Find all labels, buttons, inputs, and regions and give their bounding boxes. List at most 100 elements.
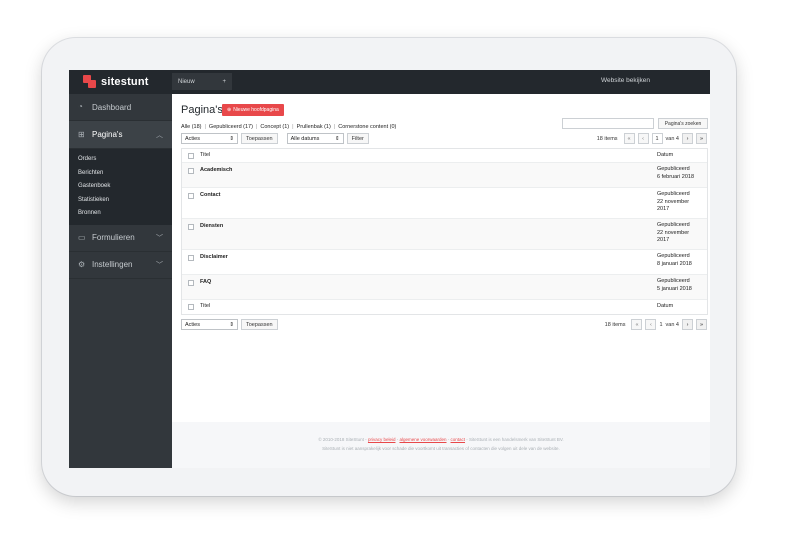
row-title[interactable]: Disclaimer bbox=[200, 250, 657, 274]
prev-page-button[interactable]: ‹ bbox=[645, 319, 657, 330]
sitemap-icon: ⊞ bbox=[78, 129, 85, 139]
submenu-item-gastenboek[interactable]: Gastenboek bbox=[69, 180, 172, 194]
add-page-button[interactable]: ⊕ Nieuwe hoofdpagina bbox=[222, 104, 284, 116]
dashboard-icon: ◔ bbox=[78, 102, 83, 111]
add-page-label: Nieuwe hoofdpagina bbox=[233, 107, 279, 113]
top-bar: sitestunt Nieuw + Website bekijken bbox=[69, 70, 710, 94]
page-number: 1 bbox=[659, 321, 663, 328]
view-website-link[interactable]: Website bekijken bbox=[601, 77, 650, 84]
submenu-item-orders[interactable]: Orders bbox=[69, 153, 172, 167]
filter-all[interactable]: Alle (18) bbox=[181, 124, 201, 130]
submenu-item-berichten[interactable]: Berichten bbox=[69, 167, 172, 181]
sidebar: ◔ Dashboard ⊞ Pagina's ︿ Orders Berichte… bbox=[69, 94, 172, 468]
pages-panel: Pagina's ⊕ Nieuwe hoofdpagina Alle (18) |… bbox=[172, 94, 710, 422]
brand-name: sitestunt bbox=[101, 75, 149, 88]
chevron-down-icon: ﹀ bbox=[156, 261, 163, 269]
page-title: Pagina's bbox=[181, 104, 223, 116]
column-title-bottom[interactable]: Titel bbox=[200, 300, 657, 314]
apply-button[interactable]: Toepassen bbox=[241, 133, 278, 144]
first-page-button[interactable]: « bbox=[623, 133, 635, 144]
sidebar-item-settings[interactable]: ⚙ Instellingen ﹀ bbox=[69, 252, 172, 279]
submenu-item-bronnen[interactable]: Bronnen bbox=[69, 207, 172, 221]
submenu-item-statistieken[interactable]: Statistieken bbox=[69, 194, 172, 208]
items-count: 18 items bbox=[604, 321, 626, 328]
sidebar-item-pages[interactable]: ⊞ Pagina's ︿ bbox=[69, 121, 172, 149]
inbox-icon: ▭ bbox=[78, 232, 86, 242]
date-filter-select[interactable]: Alle datums ⇕ bbox=[286, 133, 344, 144]
bulk-actions-select[interactable]: Acties ⇕ bbox=[181, 133, 238, 144]
row-date: Gepubliceerd 5 januari 2018 bbox=[657, 278, 692, 292]
sidebar-item-forms[interactable]: ▭ Formulieren ﹀ bbox=[69, 225, 172, 252]
plus-icon: + bbox=[222, 78, 226, 85]
pagination-bottom: 18 items « ‹ 1 van 4 › » bbox=[605, 319, 707, 330]
select-arrows-icon: ⇕ bbox=[229, 135, 234, 142]
select-all-checkbox[interactable] bbox=[188, 153, 194, 159]
column-date[interactable]: Datum bbox=[657, 149, 707, 162]
plus-circle-icon: ⊕ bbox=[227, 107, 232, 113]
new-button[interactable]: Nieuw + bbox=[172, 73, 232, 90]
row-title[interactable]: FAQ bbox=[200, 275, 657, 299]
column-date-bottom[interactable]: Datum bbox=[657, 300, 707, 314]
contact-link[interactable]: contact bbox=[451, 437, 466, 442]
sidebar-item-label: Instellingen bbox=[92, 260, 133, 269]
bulk-actions-select-bottom[interactable]: Acties ⇕ bbox=[181, 319, 238, 330]
row-checkbox[interactable] bbox=[188, 255, 194, 261]
table-row[interactable]: FAQ Gepubliceerd 5 januari 2018 bbox=[182, 275, 707, 300]
app-screen: sitestunt Nieuw + Website bekijken ◔ Das… bbox=[69, 70, 710, 468]
page-of: van 4 bbox=[665, 321, 679, 328]
date-filter-value: Alle datums bbox=[290, 135, 320, 142]
copyright-text: © 2010-2018 SiteStunt - bbox=[318, 437, 367, 442]
select-arrows-icon: ⇕ bbox=[229, 321, 234, 328]
row-date: Gepubliceerd 6 februari 2018 bbox=[657, 166, 694, 180]
row-title[interactable]: Contact bbox=[200, 188, 657, 218]
sidebar-item-dashboard[interactable]: ◔ Dashboard bbox=[69, 94, 172, 121]
items-count: 18 items bbox=[596, 135, 618, 142]
next-page-button[interactable]: › bbox=[682, 133, 693, 144]
tablenav-top: Acties ⇕ Toepassen Alle datums ⇕ Filter bbox=[181, 133, 369, 144]
bulk-actions-value: Acties bbox=[185, 321, 200, 328]
page-footer: © 2010-2018 SiteStunt - privacy beleid -… bbox=[172, 435, 710, 453]
apply-button-bottom[interactable]: Toepassen bbox=[241, 319, 278, 330]
next-page-button[interactable]: › bbox=[682, 319, 693, 330]
row-date: Gepubliceerd 8 januari 2018 bbox=[657, 253, 692, 267]
last-page-button[interactable]: » bbox=[696, 319, 707, 330]
last-page-button[interactable]: » bbox=[696, 133, 707, 144]
pages-table: Titel Datum Academisch Gepubliceerd 6 feb… bbox=[181, 148, 708, 315]
filter-button[interactable]: Filter bbox=[346, 133, 369, 144]
row-checkbox[interactable] bbox=[188, 224, 194, 230]
page-number-input[interactable]: 1 bbox=[651, 133, 663, 144]
footer-line-1: © 2010-2018 SiteStunt - privacy beleid -… bbox=[318, 437, 564, 442]
chevron-up-icon: ︿ bbox=[156, 131, 163, 139]
sidebar-item-label: Dashboard bbox=[92, 102, 132, 112]
table-row[interactable]: Disclaimer Gepubliceerd 8 januari 2018 bbox=[182, 250, 707, 275]
row-title[interactable]: Diensten bbox=[200, 219, 657, 249]
status-filters: Alle (18) | Gepubliceerd (17) | Concept (1… bbox=[181, 124, 397, 130]
logo[interactable]: sitestunt bbox=[83, 75, 149, 88]
privacy-link[interactable]: privacy beleid bbox=[368, 437, 396, 442]
new-button-label: Nieuw bbox=[178, 78, 195, 85]
filter-published[interactable]: Gepubliceerd (17) bbox=[209, 124, 253, 130]
sidebar-item-label: Formulieren bbox=[92, 233, 135, 242]
row-checkbox[interactable] bbox=[188, 280, 194, 286]
column-title[interactable]: Titel bbox=[200, 149, 657, 162]
search-pages-button[interactable]: Pagina's zoeken bbox=[658, 118, 708, 129]
first-page-button[interactable]: « bbox=[631, 319, 643, 330]
row-title[interactable]: Academisch bbox=[200, 163, 657, 187]
terms-link[interactable]: algemene voorwaarden bbox=[399, 437, 446, 442]
table-row[interactable]: Academisch Gepubliceerd 6 februari 2018 bbox=[182, 163, 707, 188]
footer-line-2: SiteStunt is niet aansprakelijk voor sch… bbox=[322, 446, 560, 451]
search-input[interactable] bbox=[562, 118, 654, 129]
table-row[interactable]: Contact Gepubliceerd 22 november 2017 bbox=[182, 188, 707, 219]
gear-icon: ⚙ bbox=[78, 259, 86, 269]
filter-trash[interactable]: Prullenbak (1) bbox=[297, 124, 331, 130]
filter-cornerstone[interactable]: Cornerstone content (0) bbox=[338, 124, 396, 130]
select-all-checkbox-bottom[interactable] bbox=[188, 304, 194, 310]
table-row[interactable]: Diensten Gepubliceerd 22 november 2017 bbox=[182, 219, 707, 250]
table-footer: Titel Datum bbox=[182, 300, 707, 314]
prev-page-button[interactable]: ‹ bbox=[637, 133, 649, 144]
sitestunt-logo-icon bbox=[83, 75, 96, 88]
tablenav-bottom: Acties ⇕ Toepassen bbox=[181, 319, 278, 330]
row-checkbox[interactable] bbox=[188, 193, 194, 199]
row-checkbox[interactable] bbox=[188, 168, 194, 174]
filter-concept[interactable]: Concept (1) bbox=[260, 124, 289, 130]
